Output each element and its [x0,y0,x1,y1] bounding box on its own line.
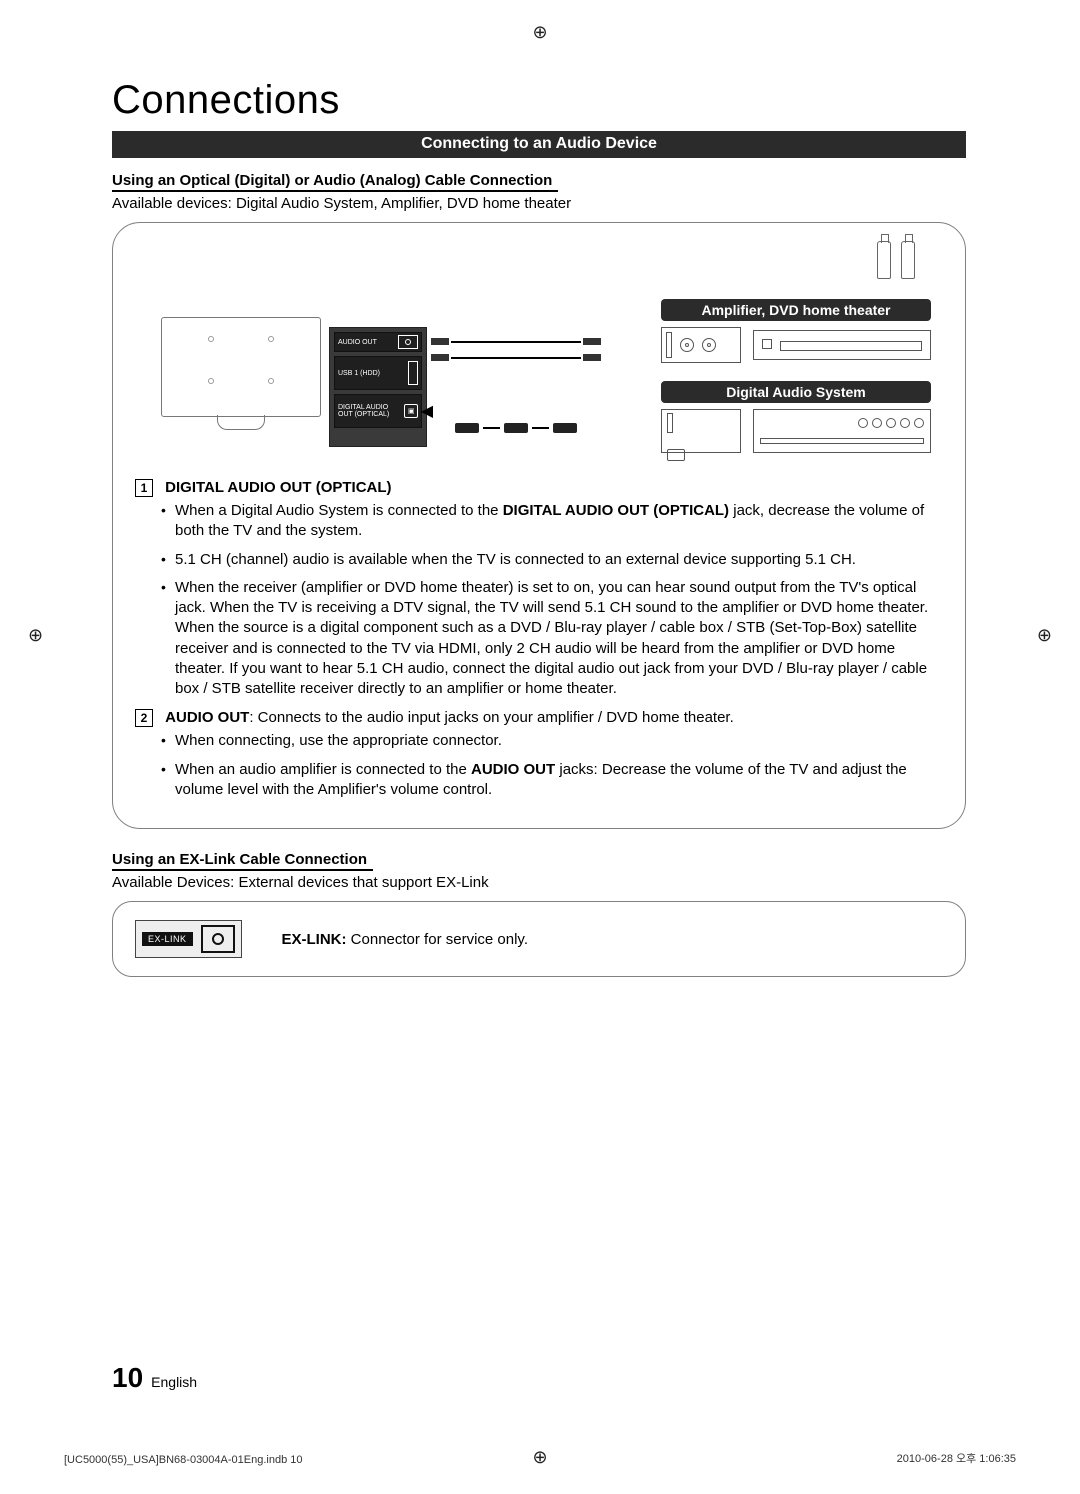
page-language: English [151,1374,197,1390]
exlink-lead: EX-LINK: [282,931,347,948]
das-label: Digital Audio System [661,381,931,403]
port-usb: USB 1 (HDD) [334,356,422,390]
arrow-left-icon: ◀ [421,401,433,421]
page-content: Connections Connecting to an Audio Devic… [112,78,966,977]
page-title: Connections [112,78,966,123]
port-digital-out: DIGITAL AUDIO OUT (OPTICAL) ▣ ◀ [334,394,422,428]
dvd-player-illustration [753,330,931,360]
cable-tips-illustration [869,241,923,279]
audio-subheader: Using an Optical (Digital) or Audio (Ana… [112,172,558,192]
tv-back-panel: AUDIO OUT USB 1 (HDD) DIGITAL AUDIO OUT … [329,327,427,447]
crop-mark-bottom: ⊕ [532,1447,547,1468]
section-bar: Connecting to an Audio Device [112,131,966,158]
usb-slot-icon [408,361,418,385]
port-audio-out-label: AUDIO OUT [338,339,377,346]
audio-out-jack-icon [398,335,418,349]
exlink-port-illustration: EX-LINK [135,920,242,958]
port-audio-out: AUDIO OUT [334,332,422,352]
item-2-bullet-2: When an audio amplifier is connected to … [161,760,947,801]
crop-mark-top: ⊕ [532,22,547,43]
item-1-lead: DIGITAL AUDIO OUT (OPTICAL) [165,479,391,496]
amplifier-illustration [661,327,741,363]
digital-audio-system-illustration [661,409,741,453]
file-path-footer: [UC5000(55)_USA]BN68-03004A-01Eng.indb 1… [64,1454,303,1466]
exlink-port-label: EX-LINK [142,932,193,946]
port-digital-out-label: DIGITAL AUDIO OUT (OPTICAL) [338,404,404,419]
exlink-text: EX-LINK: Connector for service only. [282,931,528,948]
amp-label: Amplifier, DVD home theater [661,299,931,321]
optical-cable-illustration [451,423,581,433]
crop-mark-left: ⊕ [28,625,43,646]
item-2-lead: AUDIO OUT [165,709,249,726]
exlink-jack-icon [201,925,235,953]
item-1-bullet-1: When a Digital Audio System is connected… [161,501,947,542]
tv-illustration [161,317,321,417]
port-usb-label: USB 1 (HDD) [338,370,380,377]
item-1-block: 1 DIGITAL AUDIO OUT (OPTICAL) When a Dig… [135,479,947,699]
page-footer: 10 English [112,1362,197,1394]
item-2-block: 2 AUDIO OUT: Connects to the audio input… [135,709,947,800]
step-number-1: 1 [135,479,153,497]
item-2-rest: : Connects to the audio input jacks on y… [249,709,733,726]
crop-mark-right: ⊕ [1037,625,1052,646]
exlink-subheader: Using an EX-Link Cable Connection [112,851,373,871]
stereo-cable-illustration [451,337,581,367]
audio-desc: Available devices: Digital Audio System,… [112,195,966,212]
connection-diagram: AUDIO OUT USB 1 (HDD) DIGITAL AUDIO OUT … [131,237,947,467]
optical-jack-icon: ▣ [404,404,418,418]
audio-panel: AUDIO OUT USB 1 (HDD) DIGITAL AUDIO OUT … [112,222,966,829]
device-group: Amplifier, DVD home theater Digital Audi… [661,299,931,457]
rca-tip-icon [877,241,891,279]
exlink-panel: EX-LINK EX-LINK: Connector for service o… [112,901,966,977]
exlink-desc: Available Devices: External devices that… [112,874,966,891]
rca-tip-icon [901,241,915,279]
timestamp-footer: 2010-06-28 오후 1:06:35 [897,1450,1016,1466]
step-number-2: 2 [135,709,153,727]
stereo-system-illustration [753,409,931,453]
item-1-bullet-3: When the receiver (amplifier or DVD home… [161,578,947,700]
item-2-bullet-1: When connecting, use the appropriate con… [161,731,947,751]
item-1-bullet-2: 5.1 CH (channel) audio is available when… [161,550,947,570]
page-number: 10 [112,1362,143,1394]
